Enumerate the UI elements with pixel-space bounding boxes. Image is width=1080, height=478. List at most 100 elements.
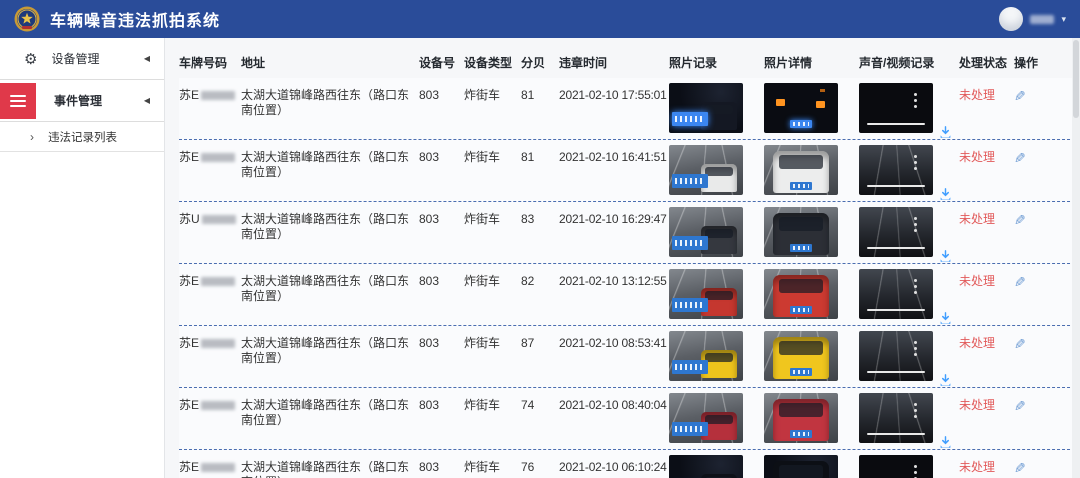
table-header-row: 车牌号码 地址 设备号 设备类型 分贝 违章时间 照片记录 照片详情 声音/视频… [179, 38, 1080, 78]
video-progress-bar [867, 371, 925, 374]
download-icon[interactable] [939, 312, 952, 325]
video-progress-bar [867, 123, 925, 126]
car-shape [773, 461, 829, 478]
menu-icon [0, 83, 36, 119]
audio-video-cell [859, 140, 959, 195]
photo-detail-thumbnail[interactable] [764, 331, 838, 381]
photo-detail-cell [764, 202, 859, 257]
table-row: 苏E 太湖大道锦峰路西往东（路口东南位置） 803 炸街车 74 2021-02… [179, 388, 1080, 450]
decibel-cell: 87 [521, 326, 559, 351]
photo-detail-thumbnail[interactable] [764, 207, 838, 257]
edit-icon[interactable]: ✎ [1014, 398, 1026, 416]
operation-cell: ✎ [1014, 450, 1049, 478]
audio-video-cell [859, 78, 959, 133]
table-row: 苏E 太湖大道锦峰路西往东（路口东南位置） 803 炸街车 76 2021-02… [179, 450, 1080, 478]
violation-time-cell: 2021-02-10 16:29:47 [559, 202, 669, 227]
plate-cell: 苏E [179, 78, 241, 103]
col-header-operation: 操作 [1014, 54, 1049, 71]
table-row: 苏E 太湖大道锦峰路西往东（路口东南位置） 803 炸街车 82 2021-02… [179, 264, 1080, 326]
device-type-cell: 炸街车 [464, 202, 521, 227]
photo-record-cell [669, 264, 764, 319]
download-icon[interactable] [939, 436, 952, 449]
decibel-cell: 76 [521, 450, 559, 475]
video-progress-bar [867, 247, 925, 250]
submenu-label: 违法记录列表 [48, 129, 117, 145]
photo-record-thumbnail[interactable] [669, 269, 743, 319]
violation-time-cell: 2021-02-10 13:12:55 [559, 264, 669, 289]
photo-record-thumbnail[interactable] [669, 83, 743, 133]
user-menu[interactable]: ▾ [999, 7, 1066, 31]
photo-detail-thumbnail[interactable] [764, 83, 838, 133]
video-thumbnail[interactable] [859, 331, 933, 381]
photo-detail-thumbnail[interactable] [764, 145, 838, 195]
sidebar-item-violation-record-list[interactable]: › 违法记录列表 [0, 122, 164, 152]
username-blurred [1030, 15, 1054, 24]
status-text: 未处理 [959, 264, 1014, 289]
sidebar-item-label: 设备管理 [51, 50, 99, 67]
photo-detail-cell [764, 264, 859, 319]
photo-record-thumbnail[interactable] [669, 393, 743, 443]
user-avatar[interactable] [999, 7, 1023, 31]
photo-record-cell [669, 326, 764, 381]
caret-left-icon: ◀ [144, 54, 150, 63]
video-thumbnail[interactable] [859, 145, 933, 195]
main-content: 车牌号码 地址 设备号 设备类型 分贝 违章时间 照片记录 照片详情 声音/视频… [165, 38, 1080, 478]
plate-cell: 苏E [179, 388, 241, 413]
device-type-cell: 炸街车 [464, 140, 521, 165]
photo-detail-cell [764, 450, 859, 478]
chevron-right-icon: › [30, 130, 34, 144]
kebab-menu-icon [914, 465, 917, 468]
video-thumbnail[interactable] [859, 455, 933, 478]
photo-detail-thumbnail[interactable] [764, 393, 838, 443]
video-progress-bar [867, 433, 925, 436]
video-thumbnail[interactable] [859, 393, 933, 443]
decibel-cell: 81 [521, 140, 559, 165]
download-icon[interactable] [939, 126, 952, 139]
address-cell: 太湖大道锦峰路西往东（路口东南位置） [241, 78, 419, 118]
violation-time-cell: 2021-02-10 08:53:41 [559, 326, 669, 351]
edit-icon[interactable]: ✎ [1014, 336, 1026, 354]
photo-detail-cell [764, 326, 859, 381]
violation-time-cell: 2021-02-10 06:10:24 [559, 450, 669, 475]
photo-detail-thumbnail[interactable] [764, 269, 838, 319]
vertical-scrollbar[interactable] [1072, 38, 1080, 478]
table-body: 苏E 太湖大道锦峰路西往东（路口东南位置） 803 炸街车 81 2021-02… [179, 78, 1080, 478]
device-type-cell: 炸街车 [464, 326, 521, 351]
edit-icon[interactable]: ✎ [1014, 274, 1026, 292]
scrollbar-thumb[interactable] [1073, 40, 1079, 118]
plate-prefix: 苏E [179, 336, 199, 351]
video-thumbnail[interactable] [859, 207, 933, 257]
plate-prefix: 苏E [179, 460, 199, 475]
table-row: 苏U 太湖大道锦峰路西往东（路口东南位置） 803 炸街车 83 2021-02… [179, 202, 1080, 264]
photo-detail-thumbnail[interactable] [764, 455, 838, 478]
photo-record-thumbnail[interactable] [669, 207, 743, 257]
download-icon[interactable] [939, 250, 952, 263]
photo-record-thumbnail[interactable] [669, 331, 743, 381]
edit-icon[interactable]: ✎ [1014, 212, 1026, 230]
license-plate-overlay [790, 306, 812, 314]
operation-cell: ✎ [1014, 140, 1049, 168]
video-progress-bar [867, 309, 925, 312]
sidebar-item-event-management[interactable]: 事件管理 ◀ [0, 80, 164, 122]
plate-cell: 苏U [179, 202, 241, 227]
sidebar-item-device-management[interactable]: ⚙ 设备管理 ◀ [0, 38, 164, 80]
photo-record-thumbnail[interactable] [669, 455, 743, 478]
download-icon[interactable] [939, 188, 952, 201]
edit-icon[interactable]: ✎ [1014, 88, 1026, 106]
download-icon[interactable] [939, 374, 952, 387]
decibel-cell: 83 [521, 202, 559, 227]
plate-prefix: 苏E [179, 150, 199, 165]
chevron-down-icon[interactable]: ▾ [1061, 14, 1066, 25]
col-header-photo-record: 照片记录 [669, 54, 764, 71]
device-no-cell: 803 [419, 388, 464, 413]
col-header-status: 处理状态 [959, 54, 1014, 71]
photo-record-thumbnail[interactable] [669, 145, 743, 195]
device-no-cell: 803 [419, 202, 464, 227]
table-row: 苏E 太湖大道锦峰路西往东（路口东南位置） 803 炸街车 87 2021-02… [179, 326, 1080, 388]
video-thumbnail[interactable] [859, 269, 933, 319]
edit-icon[interactable]: ✎ [1014, 460, 1026, 478]
license-plate-overlay [672, 174, 708, 188]
license-plate-overlay [672, 112, 708, 126]
edit-icon[interactable]: ✎ [1014, 150, 1026, 168]
video-thumbnail[interactable] [859, 83, 933, 133]
